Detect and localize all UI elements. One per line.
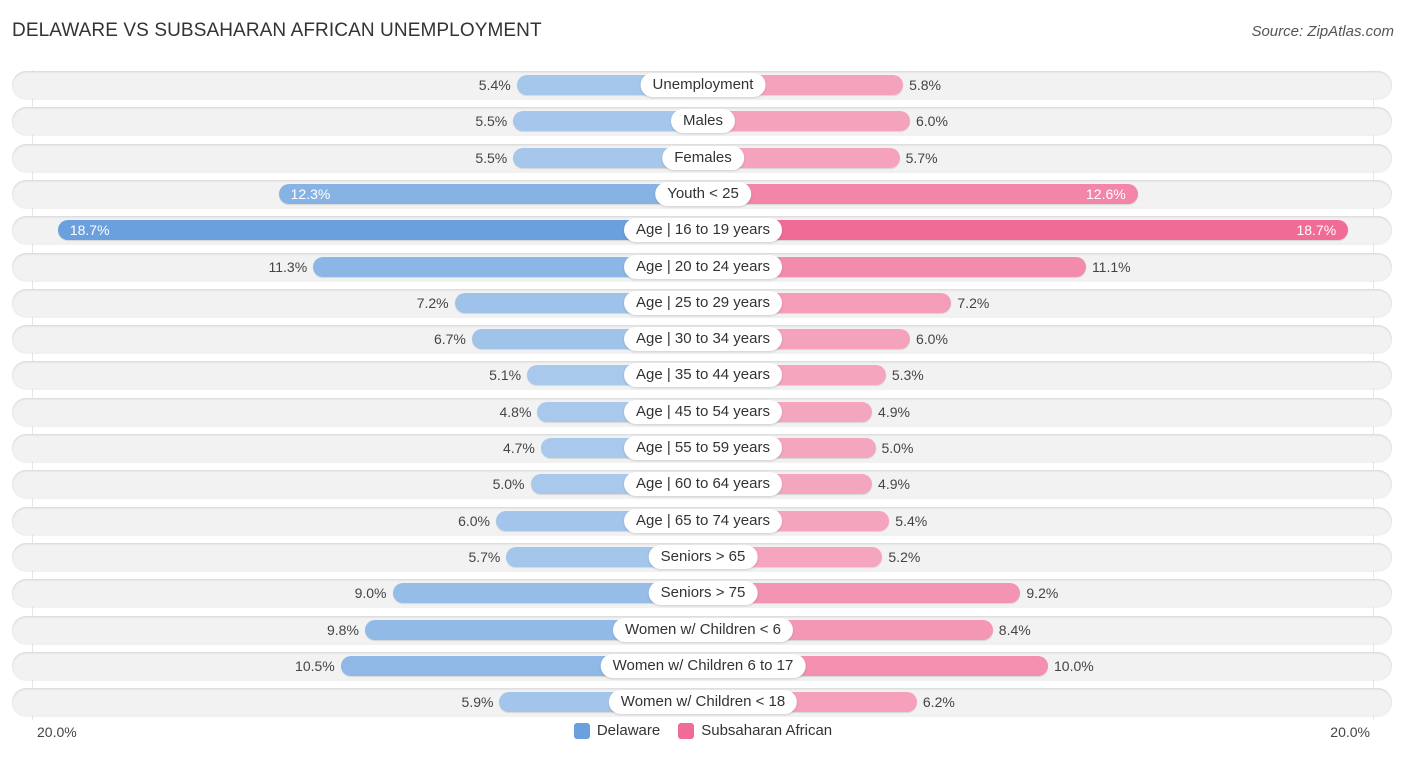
bar-subsaharan-age-16-to-19-years[interactable]: [703, 220, 1349, 241]
category-label-women-w-children-6-to-17: Women w/ Children 6 to 17: [600, 653, 806, 678]
value-label-delaware-age-60-to-64-years: 5.0%: [492, 476, 525, 493]
value-label-delaware-age-35-to-44-years: 5.1%: [489, 367, 522, 384]
value-label-delaware-women-w-children-6: 9.8%: [326, 621, 359, 638]
value-label-delaware-seniors-75: 9.0%: [354, 585, 387, 602]
value-label-delaware-age-16-to-19-years: 18.7%: [69, 222, 110, 239]
value-label-subsaharan-males: 6.0%: [916, 113, 948, 130]
category-label-seniors-75: Seniors > 75: [648, 581, 758, 606]
value-label-delaware-youth-25: 12.3%: [290, 185, 331, 202]
category-label-age-25-to-29-years: Age | 25 to 29 years: [624, 290, 782, 315]
value-label-subsaharan-age-45-to-54-years: 4.9%: [878, 403, 910, 420]
category-label-females: Females: [662, 145, 744, 170]
value-label-subsaharan-age-35-to-44-years: 5.3%: [891, 367, 924, 384]
bar-delaware-age-16-to-19-years[interactable]: [57, 220, 703, 241]
value-label-subsaharan-women-w-children-6: 8.4%: [998, 621, 1031, 638]
chart-plot-area: 5.4% 5.8% Unemployment 5.5% 6.0% Males 5.5% 5.7…: [0, 0, 1406, 757]
value-label-subsaharan-age-65-to-74-years: 5.4%: [895, 512, 928, 529]
category-label-age-60-to-64-years: Age | 60 to 64 years: [624, 472, 782, 497]
value-label-delaware-females: 5.5%: [475, 149, 508, 166]
value-label-subsaharan-women-w-children-18: 6.2%: [922, 694, 955, 711]
value-label-subsaharan-seniors-75: 9.2%: [1026, 585, 1059, 602]
legend-label-delaware: Delaware: [596, 722, 661, 739]
legend-label-subsaharan-african: Subsaharan African: [701, 722, 833, 739]
value-label-delaware-age-30-to-34-years: 6.7%: [433, 331, 466, 348]
category-label-seniors-65: Seniors > 65: [648, 544, 758, 569]
value-label-delaware-age-65-to-74-years: 6.0%: [458, 512, 490, 529]
value-label-subsaharan-women-w-children-6-to-17: 10.0%: [1054, 657, 1094, 674]
value-label-subsaharan-age-30-to-34-years: 6.0%: [916, 331, 948, 348]
value-label-subsaharan-age-25-to-29-years: 7.2%: [957, 294, 990, 311]
category-label-age-35-to-44-years: Age | 35 to 44 years: [624, 363, 782, 388]
category-label-age-20-to-24-years: Age | 20 to 24 years: [624, 254, 782, 279]
value-label-subsaharan-age-55-to-59-years: 5.0%: [881, 440, 914, 456]
value-label-delaware-males: 5.5%: [475, 113, 508, 130]
value-label-subsaharan-unemployment: 5.8%: [909, 77, 942, 93]
value-label-subsaharan-age-60-to-64-years: 4.9%: [878, 476, 910, 493]
category-label-youth-25: Youth < 25: [655, 181, 751, 206]
value-label-delaware-age-25-to-29-years: 7.2%: [416, 294, 449, 311]
bar-subsaharan-youth-25[interactable]: [703, 183, 1138, 204]
legend-item-subsaharan-african[interactable]: Subsaharan African: [678, 722, 832, 739]
category-label-age-65-to-74-years: Age | 65 to 74 years: [624, 508, 782, 533]
bar-delaware-youth-25[interactable]: [278, 183, 703, 204]
value-label-delaware-seniors-65: 5.7%: [468, 548, 501, 565]
category-label-age-45-to-54-years: Age | 45 to 54 years: [624, 399, 782, 424]
value-label-subsaharan-seniors-65: 5.2%: [888, 548, 921, 565]
legend: Delaware Subsaharan African: [0, 722, 1406, 739]
category-label-males: Males: [670, 109, 736, 134]
category-label-age-30-to-34-years: Age | 30 to 34 years: [624, 327, 782, 352]
value-label-subsaharan-age-16-to-19-years: 18.7%: [1296, 222, 1337, 239]
legend-swatch-subsaharan-african: [678, 722, 695, 739]
category-label-women-w-children-18: Women w/ Children < 18: [608, 690, 798, 715]
value-label-delaware-age-55-to-59-years: 4.7%: [502, 440, 535, 456]
value-label-delaware-women-w-children-6-to-17: 10.5%: [295, 657, 335, 674]
value-label-subsaharan-youth-25: 12.6%: [1086, 185, 1126, 202]
value-label-delaware-age-45-to-54-years: 4.8%: [499, 403, 532, 420]
category-label-women-w-children-6: Women w/ Children < 6: [612, 617, 794, 642]
legend-item-delaware[interactable]: Delaware: [573, 722, 661, 739]
category-label-unemployment: Unemployment: [640, 73, 766, 97]
value-label-delaware-women-w-children-18: 5.9%: [461, 694, 494, 711]
value-label-delaware-age-20-to-24-years: 11.3%: [268, 258, 308, 275]
value-label-delaware-unemployment: 5.4%: [478, 77, 511, 93]
value-label-subsaharan-age-20-to-24-years: 11.1%: [1091, 258, 1131, 275]
legend-swatch-delaware: [573, 722, 590, 739]
category-label-age-16-to-19-years: Age | 16 to 19 years: [624, 218, 782, 243]
value-label-subsaharan-females: 5.7%: [905, 149, 938, 166]
category-label-age-55-to-59-years: Age | 55 to 59 years: [624, 436, 782, 460]
